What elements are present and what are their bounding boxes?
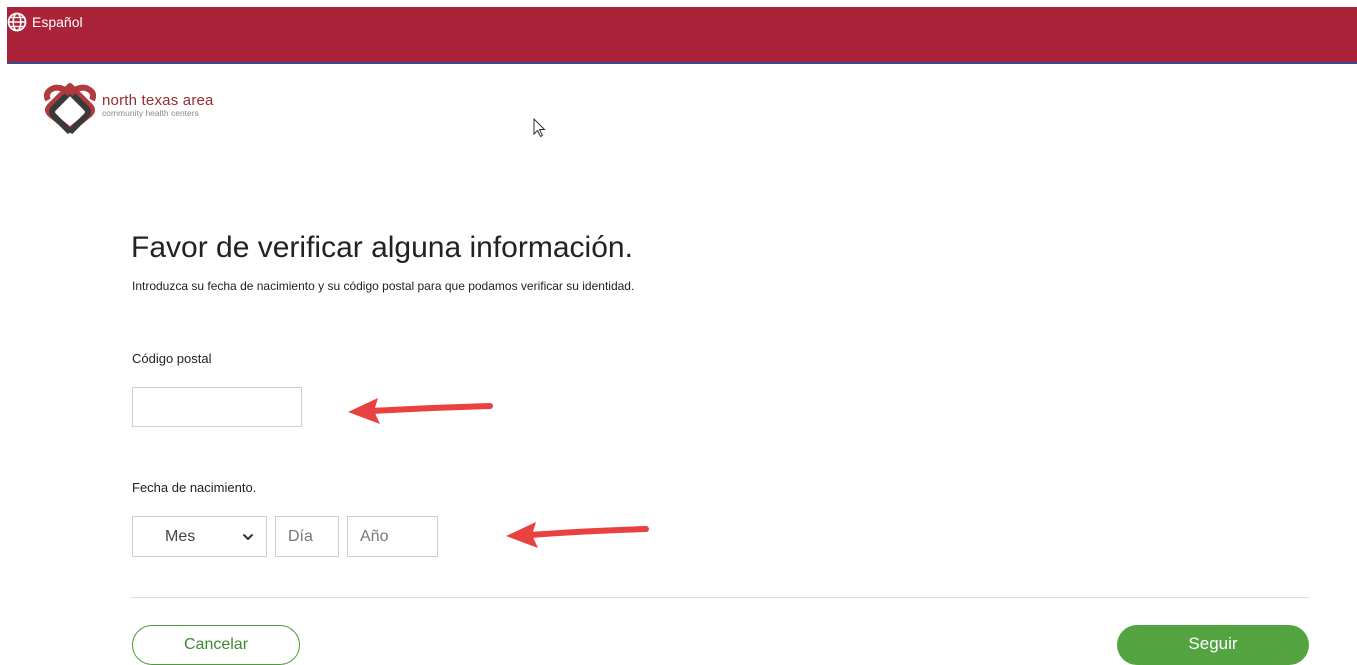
page-title: Favor de verificar alguna información. <box>131 231 633 264</box>
arrow-annotation-zip <box>348 398 493 424</box>
globe-icon <box>7 12 27 32</box>
next-button[interactable]: Seguir <box>1117 625 1309 665</box>
zip-input[interactable] <box>132 387 302 427</box>
day-input[interactable] <box>275 516 339 557</box>
logo: north texas area community health center… <box>40 80 240 136</box>
logo-tagline: community health centers <box>102 108 199 118</box>
month-select-value: Mes <box>165 527 196 545</box>
cancel-button[interactable]: Cancelar <box>132 625 300 665</box>
month-select[interactable]: Mes <box>132 516 267 557</box>
logo-name: north texas area <box>102 92 214 109</box>
left-edge <box>0 0 7 660</box>
chevron-down-icon <box>243 534 253 540</box>
year-input[interactable] <box>347 516 438 557</box>
page-subtitle: Introduzca su fecha de nacimiento y su c… <box>132 279 635 293</box>
mouse-cursor-icon <box>533 118 546 138</box>
zip-label: Código postal <box>132 351 212 366</box>
divider <box>131 597 1309 598</box>
dob-label: Fecha de nacimiento. <box>132 480 257 495</box>
language-label: Español <box>32 14 83 30</box>
language-toggle[interactable]: Español <box>7 12 83 32</box>
top-bar <box>7 7 1357 64</box>
arrow-annotation-dob <box>506 522 649 548</box>
logo-mark-icon <box>43 83 97 135</box>
